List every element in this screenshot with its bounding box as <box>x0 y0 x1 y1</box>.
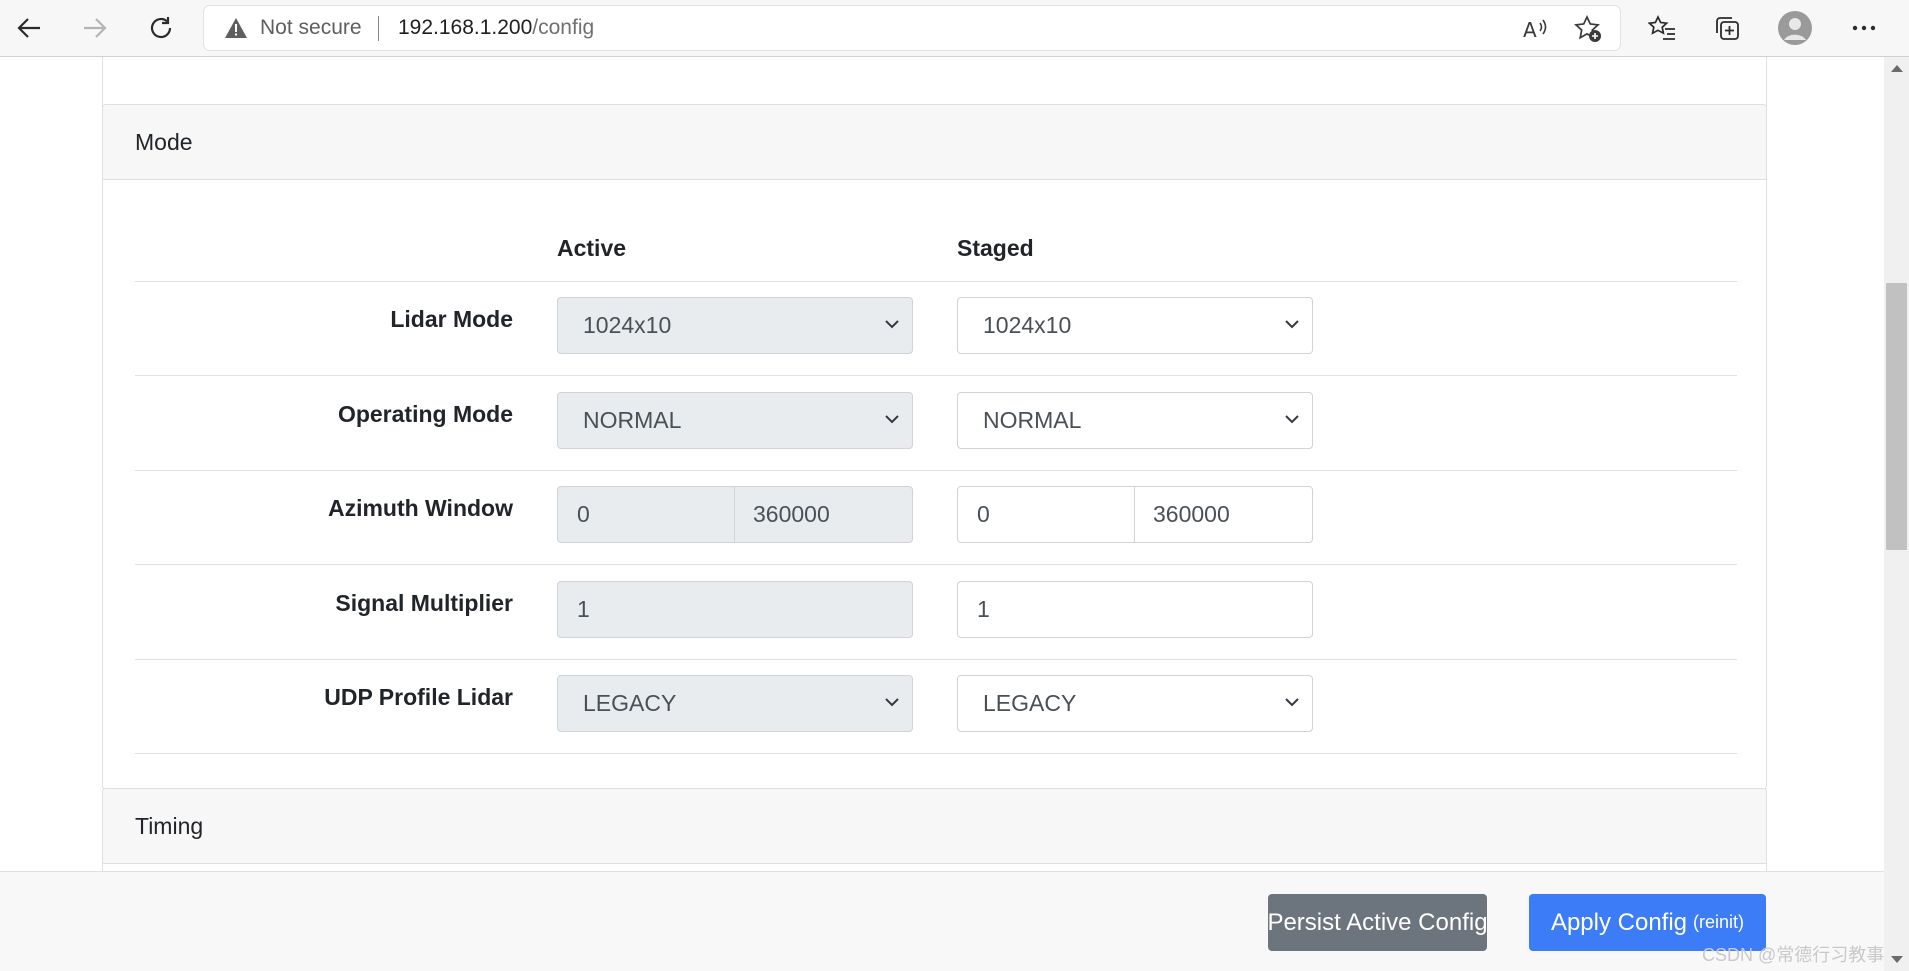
page-scrollbar[interactable] <box>1884 57 1909 971</box>
azimuth-start-active-input: 0 <box>557 486 735 543</box>
label-azimuth-window: Azimuth Window <box>327 495 513 521</box>
browser-toolbar: Not secure 192.168.1.200/config A <box>0 0 1909 57</box>
back-arrow-icon <box>17 18 40 38</box>
label-udp-profile-lidar: UDP Profile Lidar <box>324 684 513 710</box>
operating-mode-active-select: NORMAL <box>557 392 913 449</box>
lidar-mode-active-select: 1024x10 <box>557 297 913 354</box>
row-divider <box>135 564 1737 565</box>
select-value: 1024x10 <box>583 312 672 338</box>
timing-section-header[interactable]: Timing <box>103 789 1766 864</box>
reload-button[interactable] <box>141 8 181 48</box>
row-divider <box>135 281 1737 282</box>
read-aloud-icon: A <box>1523 18 1547 41</box>
collections-button[interactable] <box>1709 10 1745 46</box>
azimuth-window-active-group: 0 360000 <box>557 486 913 543</box>
reload-icon <box>150 17 172 39</box>
address-bar[interactable]: Not secure 192.168.1.200/config A <box>204 6 1620 50</box>
url-text[interactable]: 192.168.1.200/config <box>398 17 594 39</box>
select-value: NORMAL <box>583 407 682 433</box>
security-status[interactable]: Not secure <box>260 17 362 39</box>
column-header-staged: Staged <box>957 235 1034 261</box>
more-dots-icon <box>1852 25 1876 31</box>
lidar-mode-staged-select[interactable]: 1024x10 <box>957 297 1313 354</box>
select-value: NORMAL <box>983 407 1082 433</box>
svg-text:A: A <box>1523 18 1537 41</box>
favorites-list-icon <box>1648 15 1675 40</box>
input-value: 1 <box>977 596 990 622</box>
chevron-down-icon <box>1285 320 1299 329</box>
back-button[interactable] <box>9 8 49 48</box>
chevron-down-icon <box>885 698 899 707</box>
apply-config-sub-label: (reinit) <box>1693 912 1745 932</box>
azimuth-start-staged-input[interactable]: 0 <box>957 486 1135 543</box>
chevron-down-icon <box>885 320 899 329</box>
azimuth-end-staged-input[interactable]: 360000 <box>1135 486 1313 543</box>
apply-config-label: Apply Config <box>1550 908 1688 936</box>
mode-section-header[interactable]: Mode <box>103 105 1766 180</box>
column-header-active: Active <box>557 235 627 261</box>
collections-icon <box>1716 17 1739 40</box>
row-divider <box>135 659 1737 660</box>
watermark-text: CSDN @常德行习教事 <box>1702 945 1885 965</box>
label-operating-mode: Operating Mode <box>337 401 513 427</box>
page-viewport: Mode Active Staged Lidar Mode 1024x10 10… <box>0 57 1884 971</box>
chevron-down-icon <box>1285 698 1299 707</box>
star-add-icon <box>1574 15 1601 42</box>
udp-profile-lidar-active-select: LEGACY <box>557 675 913 732</box>
azimuth-window-staged-group: 0 360000 <box>957 486 1313 543</box>
scroll-down-arrow-icon[interactable] <box>1891 956 1903 963</box>
read-aloud-button[interactable]: A <box>1520 14 1550 44</box>
scroll-up-arrow-icon[interactable] <box>1891 65 1903 72</box>
profile-button[interactable] <box>1777 10 1813 46</box>
udp-profile-lidar-staged-select[interactable]: LEGACY <box>957 675 1313 732</box>
chevron-down-icon <box>1285 415 1299 424</box>
url-path: /config <box>532 16 595 39</box>
signal-multiplier-staged-input[interactable]: 1 <box>957 581 1313 638</box>
label-lidar-mode: Lidar Mode <box>390 306 513 332</box>
forward-button[interactable] <box>75 8 115 48</box>
row-divider <box>135 470 1737 471</box>
label-signal-multiplier: Signal Multiplier <box>335 590 513 616</box>
add-favorite-button[interactable] <box>1573 14 1603 44</box>
azimuth-end-active-input: 360000 <box>735 486 913 543</box>
url-host: 192.168.1.200 <box>398 16 533 39</box>
select-value: LEGACY <box>983 690 1077 716</box>
mode-section-card: Mode Active Staged Lidar Mode 1024x10 10… <box>102 104 1767 790</box>
avatar-icon <box>1778 11 1812 45</box>
warning-icon <box>225 18 247 38</box>
row-divider <box>135 375 1737 376</box>
config-action-footer: Persist Active Config Apply Config (reini… <box>0 871 1884 971</box>
address-divider <box>378 16 379 41</box>
forward-arrow-icon <box>84 18 107 38</box>
menu-button[interactable] <box>1846 10 1882 46</box>
signal-multiplier-active-input: 1 <box>557 581 913 638</box>
scrollbar-thumb[interactable] <box>1886 283 1907 550</box>
chevron-down-icon <box>885 415 899 424</box>
favorites-button[interactable] <box>1644 10 1680 46</box>
operating-mode-staged-select[interactable]: NORMAL <box>957 392 1313 449</box>
select-value: LEGACY <box>583 690 677 716</box>
input-value: 1 <box>577 596 590 622</box>
persist-active-config-button[interactable]: Persist Active Config <box>1267 894 1488 951</box>
row-divider <box>135 753 1737 754</box>
select-value: 1024x10 <box>983 312 1072 338</box>
